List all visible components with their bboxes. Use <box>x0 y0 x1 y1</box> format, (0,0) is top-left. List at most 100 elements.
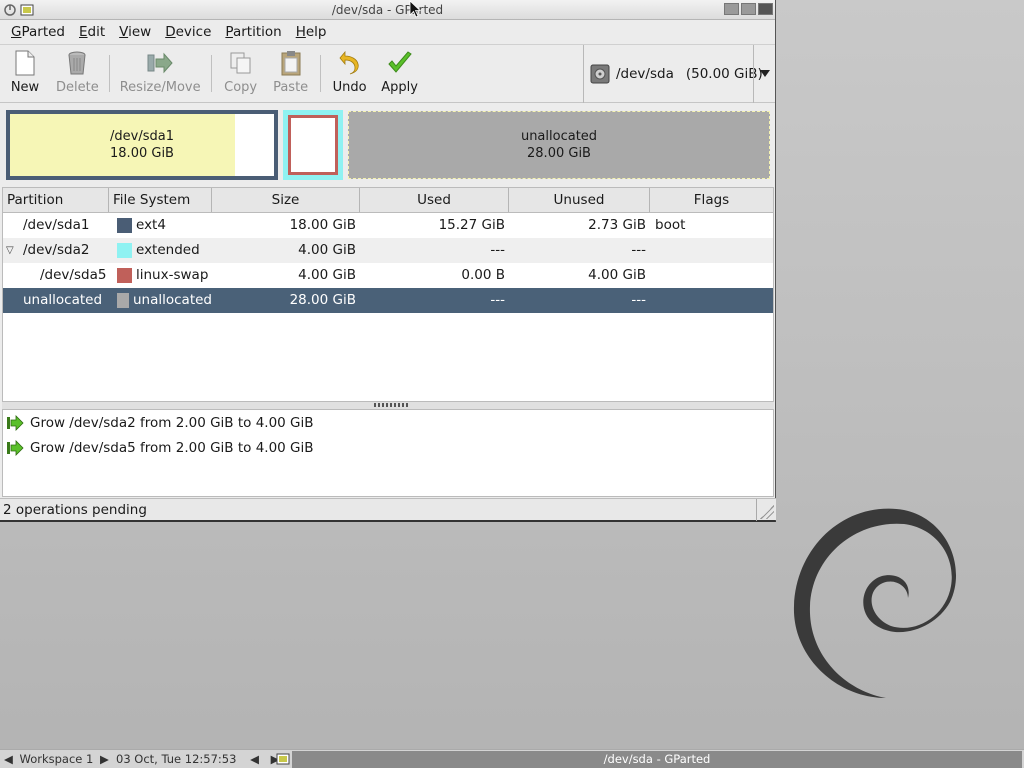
grow-operation-icon <box>7 414 24 431</box>
paste-icon <box>281 51 301 76</box>
maximize-button[interactable] <box>741 3 756 15</box>
diskmap-sda1-size: 18.00 GiB <box>110 146 174 161</box>
mouse-pointer-icon <box>409 0 421 18</box>
fs-color-swatch <box>117 293 129 308</box>
table-row[interactable]: /dev/sda1 ext4 18.00 GiB 15.27 GiB 2.73 … <box>3 213 773 238</box>
menu-view[interactable]: View <box>112 20 158 45</box>
prev-task-icon[interactable]: ◀ <box>250 752 259 766</box>
toolbar-separator <box>210 55 212 92</box>
cell-used: --- <box>490 292 505 308</box>
delete-button[interactable]: Delete <box>50 45 105 102</box>
cell-used: --- <box>490 242 505 258</box>
gparted-app-icon <box>20 4 34 16</box>
menu-edit[interactable]: Edit <box>72 20 112 45</box>
col-partition[interactable]: Partition <box>3 188 109 212</box>
new-button[interactable]: New <box>0 45 50 102</box>
status-bar: 2 operations pending <box>0 498 776 521</box>
close-button[interactable] <box>758 3 773 15</box>
cell-flags <box>650 263 773 288</box>
cell-used: 0.00 B <box>461 267 505 283</box>
diskmap-sda2-extended[interactable] <box>283 110 343 180</box>
new-label: New <box>10 80 40 95</box>
col-filesystem[interactable]: File System <box>109 188 212 212</box>
fs-color-swatch <box>117 268 132 283</box>
col-flags[interactable]: Flags <box>650 188 773 212</box>
undo-icon <box>339 51 359 75</box>
cell-partition: /dev/sda2 <box>23 242 90 258</box>
new-document-icon <box>15 50 35 76</box>
diskmap-sda1-name: /dev/sda1 <box>110 129 174 144</box>
table-header: Partition File System Size Used Unused F… <box>3 188 773 213</box>
device-selector[interactable]: /dev/sda (50.00 GiB) <box>583 45 775 103</box>
device-dropdown-arrow[interactable] <box>753 45 775 103</box>
window-menu-icon[interactable] <box>3 3 17 17</box>
menu-partition[interactable]: Partition <box>218 20 288 45</box>
pane-splitter[interactable] <box>2 402 774 409</box>
expander-icon[interactable]: ▽ <box>6 238 14 263</box>
checkmark-icon <box>387 51 412 73</box>
cell-filesystem: linux-swap <box>136 267 209 283</box>
table-row[interactable]: ▽ /dev/sda2 extended 4.00 GiB --- --- <box>3 238 773 263</box>
splitter-grip[interactable] <box>374 403 408 407</box>
list-item[interactable]: Grow /dev/sda2 from 2.00 GiB to 4.00 GiB <box>3 410 773 435</box>
next-workspace-icon[interactable]: ▶ <box>100 752 109 766</box>
cell-unused: 4.00 GiB <box>588 267 646 283</box>
col-used[interactable]: Used <box>360 188 509 212</box>
diskmap-unallocated[interactable]: unallocated 28.00 GiB <box>348 111 770 179</box>
paste-button[interactable]: Paste <box>266 45 316 102</box>
undo-button[interactable]: Undo <box>325 45 375 102</box>
menu-help[interactable]: Help <box>289 20 334 45</box>
cell-unused: 2.73 GiB <box>588 217 646 233</box>
col-size[interactable]: Size <box>212 188 360 212</box>
menu-device[interactable]: Device <box>158 20 218 45</box>
diskmap-sda5-swap[interactable] <box>288 115 338 175</box>
resize-move-label: Resize/Move <box>119 80 201 95</box>
cell-filesystem: unallocated <box>132 292 212 308</box>
cell-flags <box>650 288 773 313</box>
taskbar-window-button[interactable]: /dev/sda - GParted <box>292 751 1022 768</box>
prev-workspace-icon[interactable]: ◀ <box>4 752 13 766</box>
cell-size: 28.00 GiB <box>289 292 356 308</box>
toolbar-separator <box>108 55 110 92</box>
cell-size: 18.00 GiB <box>289 217 356 233</box>
toolbar: New Delete Resize/Move Copy Paste Undo A… <box>0 45 775 103</box>
resize-arrow-icon <box>147 52 173 74</box>
copy-label: Copy <box>224 80 258 95</box>
cell-size: 4.00 GiB <box>298 267 356 283</box>
cell-flags <box>650 238 773 263</box>
taskbar: ◀ Workspace 1 ▶ 03 Oct, Tue 12:57:53 ◀ ▶… <box>0 749 1024 768</box>
cell-size: 4.00 GiB <box>298 242 356 258</box>
diskmap-sda1[interactable]: /dev/sda1 18.00 GiB <box>6 110 278 180</box>
table-row-selected[interactable]: unallocated unallocated 28.00 GiB --- --… <box>3 288 773 313</box>
resize-move-button[interactable]: Resize/Move <box>114 45 207 102</box>
status-separator <box>756 499 757 521</box>
pending-operations-list: Grow /dev/sda2 from 2.00 GiB to 4.00 GiB… <box>2 409 774 497</box>
list-item[interactable]: Grow /dev/sda5 from 2.00 GiB to 4.00 GiB <box>3 435 773 460</box>
device-size: (50.00 GiB) <box>685 66 763 82</box>
col-unused[interactable]: Unused <box>509 188 650 212</box>
cell-partition: /dev/sda5 <box>40 267 107 283</box>
operation-text: Grow /dev/sda2 from 2.00 GiB to 4.00 GiB <box>30 414 314 431</box>
menu-bar: GParted Edit View Device Partition Help <box>0 20 775 45</box>
apply-button[interactable]: Apply <box>375 45 425 102</box>
harddisk-icon <box>590 64 610 84</box>
cell-flags: boot <box>655 217 686 233</box>
trash-icon <box>68 51 86 75</box>
debian-swirl-logo <box>793 508 957 698</box>
minimize-button[interactable] <box>724 3 739 15</box>
title-bar[interactable]: /dev/sda - GParted <box>0 0 775 20</box>
delete-label: Delete <box>56 80 99 95</box>
menu-gparted[interactable]: GParted <box>4 20 72 45</box>
resize-grip-icon[interactable] <box>760 505 774 519</box>
cell-unused: --- <box>631 242 646 258</box>
status-text: 2 operations pending <box>3 502 147 518</box>
clock-text: 03 Oct, Tue 12:57:53 <box>116 752 237 766</box>
workspace-label: Workspace 1 <box>19 752 94 766</box>
table-row[interactable]: /dev/sda5 linux-swap 4.00 GiB 0.00 B 4.0… <box>3 263 773 288</box>
workspace-switcher[interactable]: ◀ Workspace 1 ▶ <box>4 750 109 768</box>
cell-partition: unallocated <box>23 292 103 308</box>
copy-icon <box>230 52 251 74</box>
copy-button[interactable]: Copy <box>216 45 266 102</box>
paste-label: Paste <box>273 80 309 95</box>
diskmap-unallocated-size: 28.00 GiB <box>527 146 591 161</box>
